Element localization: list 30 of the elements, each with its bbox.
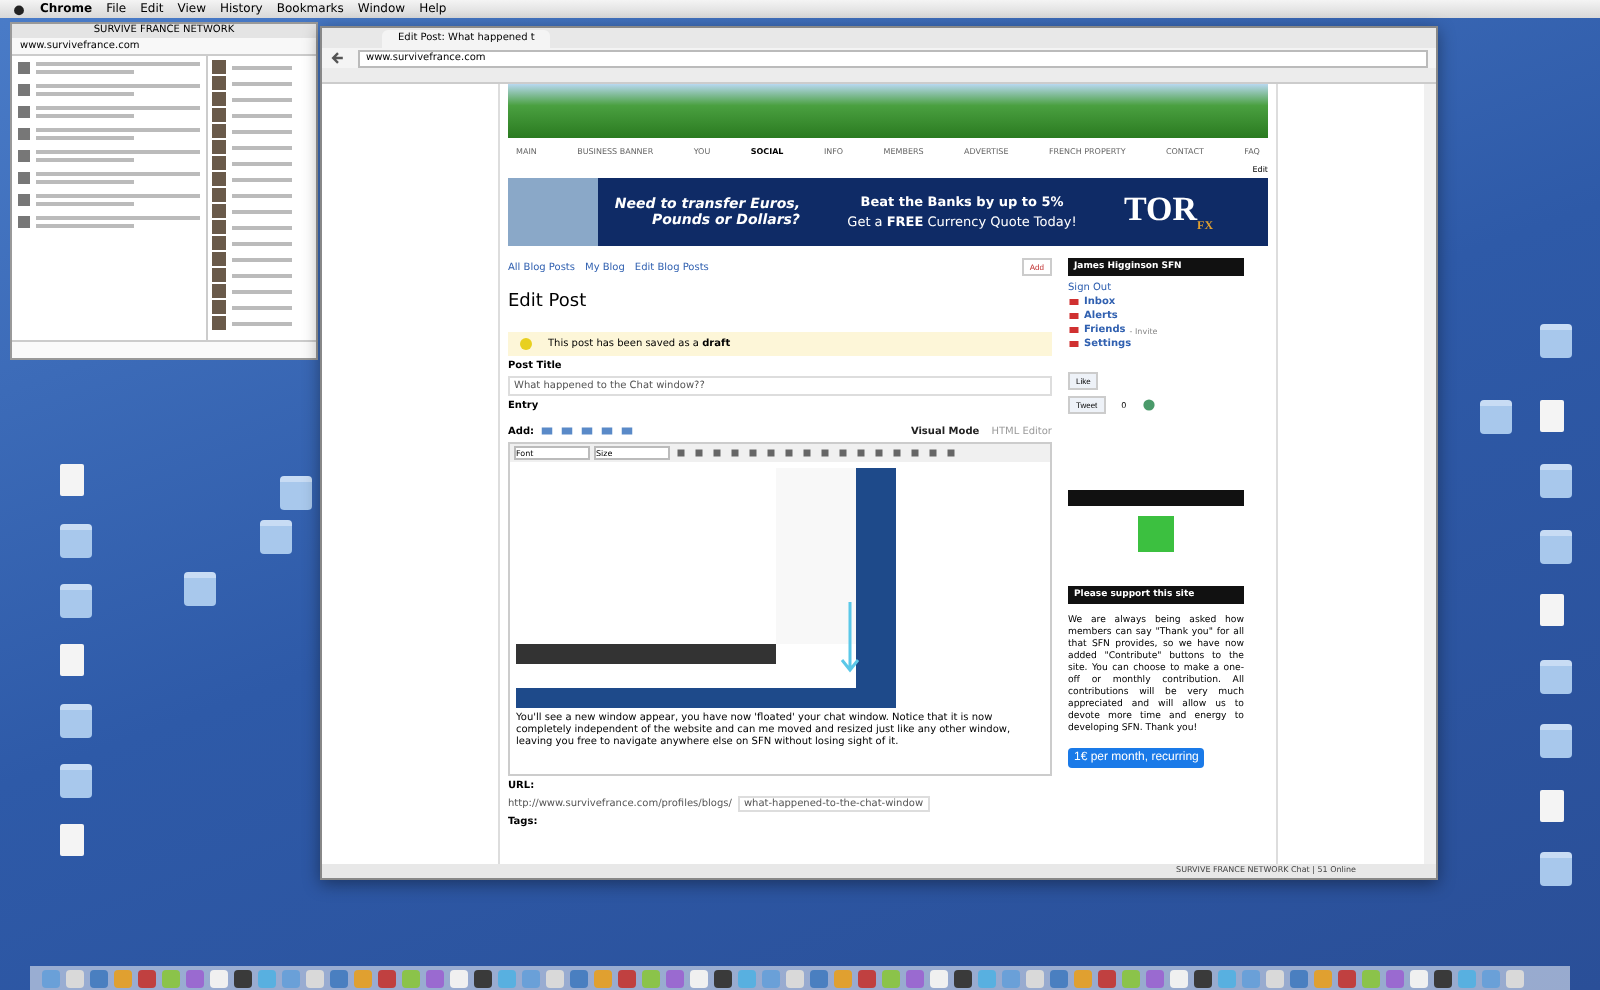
folder-icon[interactable] (1540, 852, 1572, 886)
folder-icon[interactable] (60, 584, 92, 618)
apple-icon[interactable] (12, 2, 26, 16)
folder-icon[interactable] (184, 572, 216, 606)
folder-icon[interactable] (60, 704, 92, 738)
document-icon[interactable] (1540, 400, 1564, 432)
folder-icon[interactable] (1540, 724, 1572, 758)
document-icon[interactable] (1540, 594, 1564, 626)
folder-icon[interactable] (60, 764, 92, 798)
page-heading: Edit Post (508, 292, 589, 312)
folder-icon[interactable] (1480, 400, 1512, 434)
document-icon[interactable] (60, 464, 84, 496)
folder-icon[interactable] (1540, 324, 1572, 358)
folder-icon[interactable] (280, 476, 312, 510)
document-icon[interactable] (1540, 790, 1564, 822)
document-icon[interactable] (60, 644, 84, 676)
scrollbar[interactable] (1424, 84, 1436, 864)
folder-icon[interactable] (1540, 660, 1572, 694)
folder-icon[interactable] (1540, 464, 1572, 498)
notice-icon (520, 338, 532, 350)
folder-icon[interactable] (60, 524, 92, 558)
badge-drawing[interactable] (1138, 516, 1174, 552)
folder-icon[interactable] (1540, 530, 1572, 564)
back-arrow-icon[interactable] (330, 50, 346, 66)
folder-icon[interactable] (260, 520, 292, 554)
photo-placeholder (508, 178, 598, 246)
document-icon[interactable] (60, 824, 84, 856)
speech-bubble-icon[interactable] (1142, 398, 1157, 412)
chat-input-field[interactable] (12, 340, 316, 358)
logo: TOR$_{FX}$ (1124, 190, 1214, 234)
